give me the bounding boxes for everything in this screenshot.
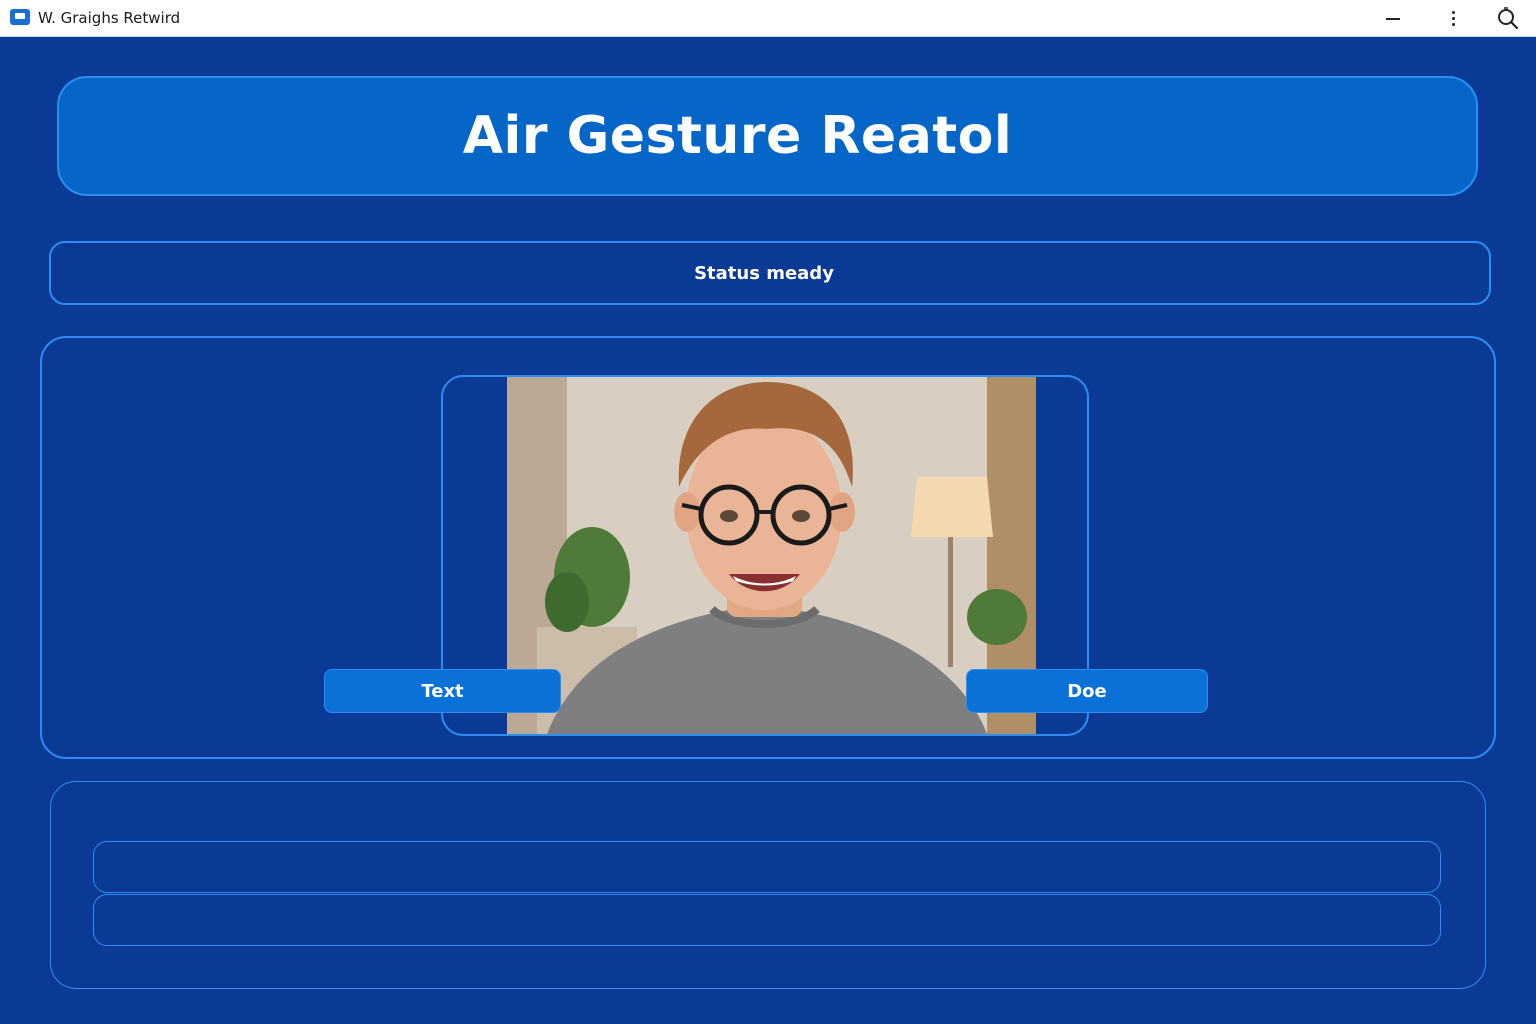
done-button[interactable]: Doe [966, 669, 1208, 713]
more-vertical-icon [1451, 11, 1455, 26]
status-bar: Status meady [49, 241, 1491, 305]
status-text: Status meady [694, 262, 834, 284]
app-window-icon [10, 9, 30, 25]
output-field-1[interactable] [93, 841, 1441, 893]
window-title: W. Graighs Retwird [38, 9, 181, 27]
text-button[interactable]: Text [324, 669, 561, 713]
search-button[interactable] [1486, 0, 1530, 37]
minimize-icon [1386, 17, 1400, 20]
search-icon [1498, 6, 1519, 29]
page-title: Air Gesture Reatol [462, 106, 1013, 166]
more-options-button[interactable] [1431, 0, 1475, 37]
output-field-2[interactable] [93, 894, 1441, 946]
webcam-person-image [507, 377, 1036, 734]
minimize-button[interactable] [1371, 0, 1415, 37]
app-header: Air Gesture Reatol [57, 76, 1478, 196]
window-titlebar: W. Graighs Retwird [0, 0, 1536, 37]
camera-video-feed [507, 377, 1036, 734]
